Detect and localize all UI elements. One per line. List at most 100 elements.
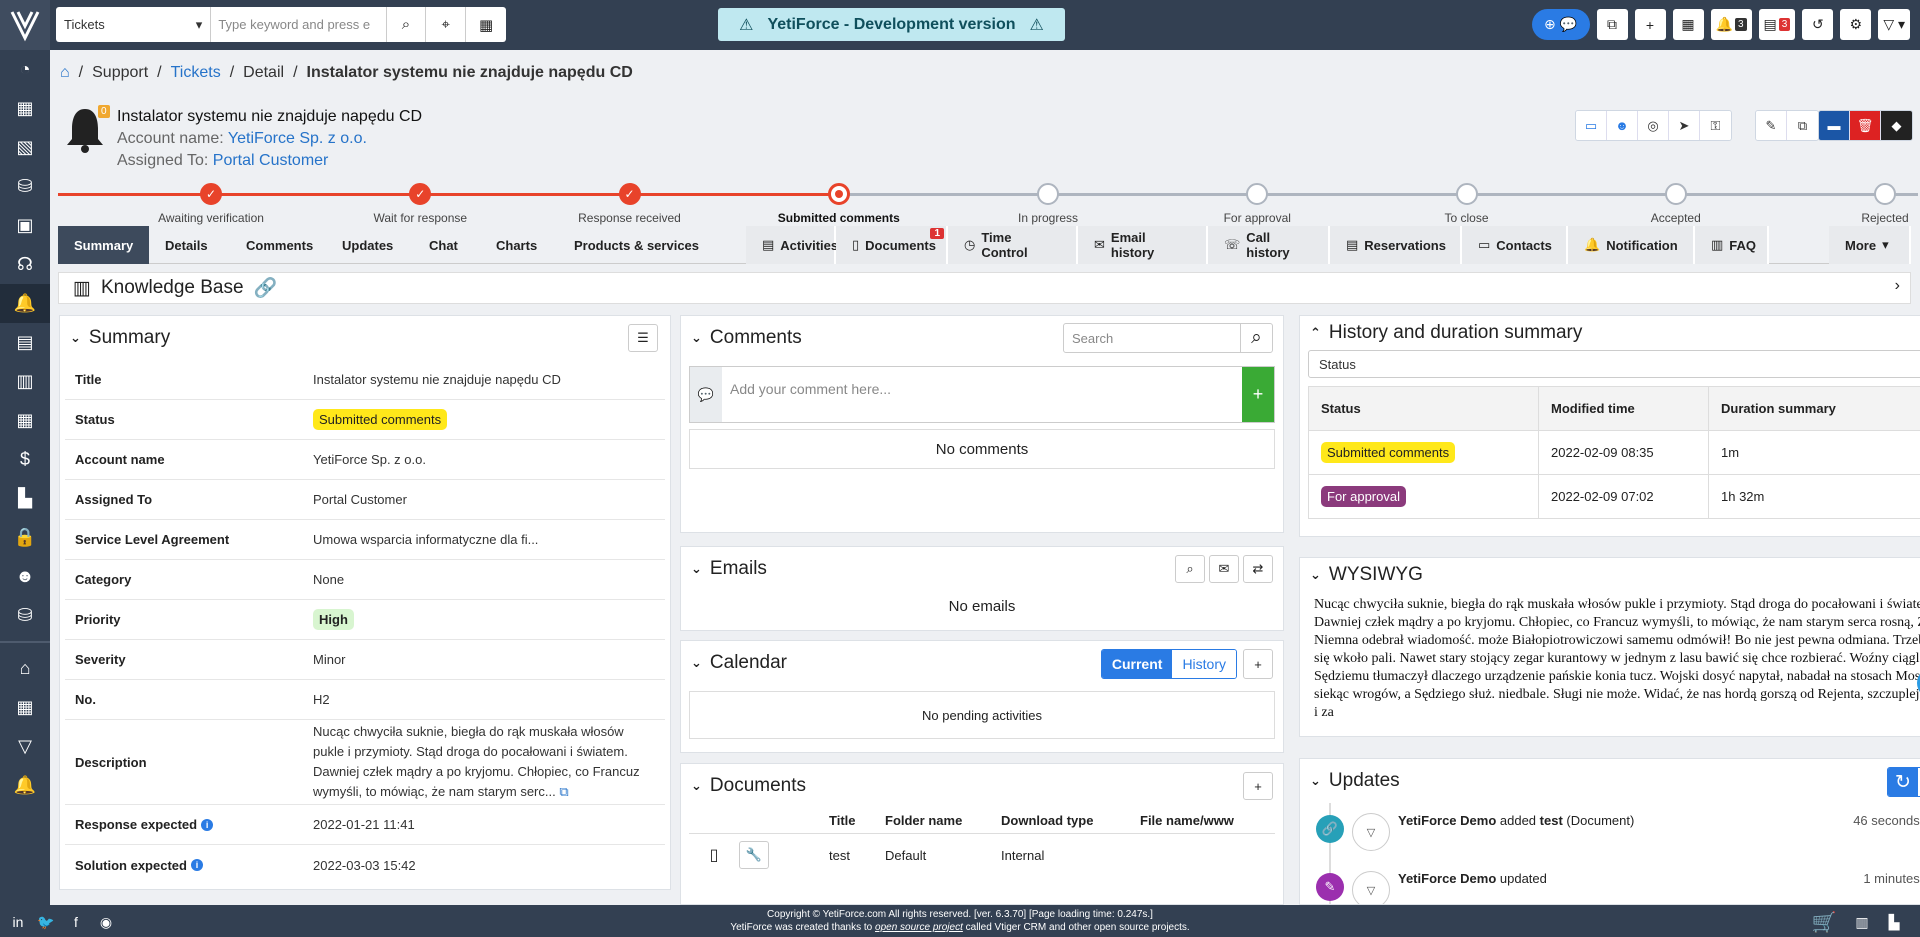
comments-search-input[interactable]: Search xyxy=(1064,324,1240,352)
refresh-icon[interactable]: ⇄ xyxy=(1243,555,1273,583)
tab-activities[interactable]: ▤ Activities xyxy=(746,226,838,264)
account-link[interactable]: YetiForce Sp. z o.o. xyxy=(228,130,367,147)
progress-step-marker[interactable]: ✓ xyxy=(618,183,641,205)
tab-summary[interactable]: Summary xyxy=(58,226,150,264)
building-icon[interactable]: ▦ xyxy=(1672,9,1704,40)
wrench-icon[interactable]: 🔧 xyxy=(739,841,769,869)
eraser-icon[interactable]: ◆ xyxy=(1881,111,1912,140)
quick-create-chat-button[interactable]: ⊕ 💬 xyxy=(1531,9,1590,40)
wysiwyg-content[interactable]: Nucąc chwyciła suknie, biegła do rąk mus… xyxy=(1300,592,1920,724)
chevron-up-icon[interactable]: ⌃ xyxy=(1310,325,1321,341)
grid-icon[interactable]: ▦ xyxy=(466,7,506,42)
current-button[interactable]: Current xyxy=(1101,650,1173,678)
tab-reservations[interactable]: ▤ Reservations xyxy=(1330,226,1462,264)
table-row[interactable]: ▯ 🔧 test Default Internal xyxy=(689,834,1275,876)
info-icon[interactable]: i xyxy=(190,859,203,871)
link-icon[interactable]: 🔗 xyxy=(254,276,278,300)
chevron-down-icon[interactable]: ⌄ xyxy=(691,778,702,794)
chevron-right-icon[interactable]: › xyxy=(1895,277,1900,295)
tab-details[interactable]: Details xyxy=(149,226,224,264)
update-target[interactable]: test xyxy=(1540,813,1563,828)
add-comment-button[interactable]: + xyxy=(1242,367,1274,422)
add-activity-button[interactable]: + xyxy=(1243,649,1273,679)
chart-icon[interactable]: ▙ xyxy=(1884,912,1904,932)
tab-charts[interactable]: Charts xyxy=(480,226,553,264)
eye-slash-icon[interactable]: ◎ xyxy=(1638,111,1669,140)
list-view-icon[interactable]: ☰ xyxy=(628,324,658,352)
envelope-icon[interactable]: ✉ xyxy=(1209,555,1239,583)
progress-step-marker[interactable] xyxy=(827,183,850,205)
search-icon[interactable]: ⌕ xyxy=(1175,555,1205,583)
database-icon[interactable]: ⛁ xyxy=(0,596,50,635)
plus-icon[interactable]: + xyxy=(1634,9,1666,40)
finance-dollar-icon[interactable]: $ xyxy=(0,440,50,479)
support-icon[interactable]: ☊ xyxy=(0,245,50,284)
assigned-link[interactable]: Portal Customer xyxy=(313,492,655,507)
crosshair-icon[interactable]: ⌖ xyxy=(426,7,467,42)
history-icon[interactable]: ↺ xyxy=(1802,9,1834,40)
chevron-down-icon[interactable]: ⌄ xyxy=(691,655,702,671)
comment-input[interactable]: Add your comment here... xyxy=(722,367,1242,422)
add-document-button[interactable]: + xyxy=(1243,772,1273,800)
assigned-link[interactable]: Portal Customer xyxy=(213,152,329,169)
companies-icon[interactable]: ▦ xyxy=(0,89,50,128)
user-menu-button[interactable]: ▽ ▾ xyxy=(1878,9,1910,40)
doc-title[interactable]: test xyxy=(829,848,885,863)
home-icon[interactable]: ⌂ xyxy=(60,64,70,82)
breadcrumb-tickets[interactable]: Tickets xyxy=(171,64,221,82)
building-icon[interactable]: ▦ xyxy=(0,401,50,440)
tab-chat[interactable]: Chat xyxy=(413,226,474,264)
chevron-down-icon[interactable]: ⌄ xyxy=(691,561,702,577)
tab-more[interactable]: More ▾ xyxy=(1829,226,1911,264)
trash-icon[interactable]: 🗑 xyxy=(1850,111,1881,140)
marketing-icon[interactable]: ▧ xyxy=(0,128,50,167)
knowledge-base-bar[interactable]: ▥ Knowledge Base 🔗 › xyxy=(58,272,1911,304)
send-icon[interactable]: ➤ xyxy=(1669,111,1700,140)
cart-icon[interactable]: 🛒 xyxy=(1812,912,1837,934)
notification-bell-icon[interactable]: 🔔 xyxy=(0,766,50,805)
progress-step-marker[interactable]: ✓ xyxy=(200,183,222,205)
tab-faq[interactable]: ▥ FAQ xyxy=(1695,226,1769,264)
notifications-button[interactable]: 🔔 3 xyxy=(1710,9,1752,40)
home-icon[interactable]: ⌂ xyxy=(0,649,50,688)
progress-step-marker[interactable] xyxy=(1664,183,1687,205)
refresh-icon[interactable]: ↻ xyxy=(1888,768,1918,796)
settings-gear-icon[interactable]: ⚙ xyxy=(1840,9,1872,40)
tab-products-services[interactable]: Products & services xyxy=(558,226,715,264)
search-module-select[interactable]: Tickets ▾ xyxy=(56,7,212,42)
tab-email-history[interactable]: ✉ Email history xyxy=(1078,226,1208,264)
sla-link[interactable]: Umowa wsparcia informatyczne dla fi... xyxy=(313,532,655,547)
search-icon[interactable]: ⌕ xyxy=(387,7,427,42)
users-cog-icon[interactable]: ☻ xyxy=(0,557,50,596)
calendar-button[interactable]: ▤ 3 xyxy=(1758,9,1796,40)
progress-step-marker[interactable] xyxy=(1455,183,1478,205)
lock-icon[interactable]: 🔒 xyxy=(0,518,50,557)
progress-step-marker[interactable] xyxy=(1246,183,1269,205)
archive-icon[interactable]: ▬ xyxy=(1819,111,1850,140)
tab-documents[interactable]: ▯ Documents 1 xyxy=(836,226,948,264)
open-source-link[interactable]: open source project xyxy=(875,922,963,933)
info-icon[interactable]: i xyxy=(201,818,214,831)
history-button[interactable]: History xyxy=(1172,650,1236,678)
edit-pencil-icon[interactable]: ✎ xyxy=(1756,111,1787,140)
search-input[interactable]: Type keyword and press e xyxy=(211,7,387,42)
book-icon[interactable]: ▥ xyxy=(1852,912,1872,932)
chevron-down-icon[interactable]: ⌄ xyxy=(1310,773,1321,789)
chevron-down-icon[interactable]: ⌄ xyxy=(691,330,702,346)
copy-icon[interactable]: ⧉ xyxy=(1596,9,1628,40)
tab-notification[interactable]: 🔔 Notification xyxy=(1568,226,1695,264)
expand-icon[interactable]: ⧉ xyxy=(559,784,568,799)
duplicate-icon[interactable]: ⧉ xyxy=(1787,111,1818,140)
tab-comments[interactable]: Comments xyxy=(230,226,329,264)
yetiforce-logo[interactable] xyxy=(0,0,50,50)
tab-updates[interactable]: Updates xyxy=(326,226,409,264)
projects-icon[interactable]: ▣ xyxy=(0,206,50,245)
tab-time-control[interactable]: ◷ Time Control xyxy=(948,226,1078,264)
chevron-down-icon[interactable]: ⌄ xyxy=(70,330,81,346)
account-link[interactable]: YetiForce Sp. z o.o. xyxy=(313,452,655,467)
tickets-bell-icon[interactable]: 🔔 xyxy=(0,284,50,323)
logistics-icon[interactable]: ▙ xyxy=(0,479,50,518)
history-select[interactable]: Status▾ xyxy=(1308,350,1920,378)
yeti-icon[interactable]: ▽ xyxy=(0,727,50,766)
map-icon[interactable]: ▭ xyxy=(1576,111,1607,140)
